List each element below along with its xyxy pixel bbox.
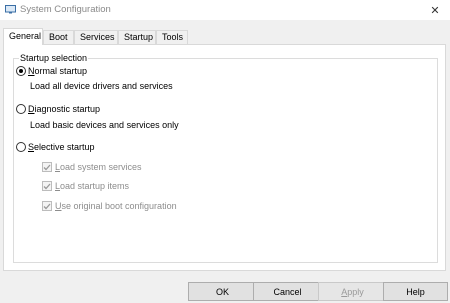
diagnostic-startup-description: Load basic devices and services only	[30, 120, 179, 130]
load-startup-items-label: Load startup items	[55, 181, 130, 191]
checkmark-icon[interactable]	[42, 162, 52, 172]
use-original-boot-configuration-checkbox[interactable]: Use original boot configuration	[42, 201, 177, 211]
apply-button-label: Apply	[341, 286, 364, 297]
ok-button-label: OK	[215, 286, 229, 297]
selective-startup-label: Selective startup	[28, 142, 95, 152]
load-system-services-label: Load system services	[55, 162, 142, 172]
startup-selection-legend: Startup selection	[19, 53, 89, 63]
normal-startup-description: Load all device drivers and services	[30, 81, 173, 91]
tab-label: Boot	[49, 32, 68, 42]
diagnostic-startup-radio[interactable]: Diagnostic startup	[16, 104, 100, 114]
tab-label: General	[9, 31, 42, 41]
cancel-button-label: Cancel	[273, 286, 302, 297]
tab-boot[interactable]: Boot	[43, 30, 74, 44]
radio-button-checked[interactable]	[16, 66, 26, 76]
startup-selection-group: Startup selection Normal startup Load al…	[13, 53, 438, 263]
use-original-boot-configuration-label: Use original boot configuration	[55, 201, 177, 211]
close-icon: ✕	[430, 4, 440, 17]
normal-startup-radio[interactable]: Normal startup	[16, 66, 87, 76]
window-title: System Configuration	[20, 4, 111, 15]
tab-label: Services	[80, 32, 115, 42]
close-button[interactable]: ✕	[420, 0, 450, 20]
ok-button[interactable]: OK	[188, 282, 257, 301]
tab-services[interactable]: Services	[74, 30, 118, 44]
load-system-services-checkbox[interactable]: Load system services	[42, 162, 142, 172]
load-startup-items-checkbox[interactable]: Load startup items	[42, 181, 129, 191]
apply-button[interactable]: Apply	[318, 282, 387, 301]
help-button[interactable]: Help	[383, 282, 448, 301]
tab-general[interactable]: General	[3, 28, 43, 45]
title-bar: System Configuration ✕	[0, 0, 450, 20]
selective-startup-radio[interactable]: Selective startup	[16, 142, 95, 152]
diagnostic-startup-label: Diagnostic startup	[28, 104, 101, 114]
checkmark-icon[interactable]	[42, 181, 52, 191]
tab-tools[interactable]: Tools	[156, 30, 188, 44]
checkmark-icon[interactable]	[42, 201, 52, 211]
normal-startup-label: Normal startup	[28, 66, 88, 76]
dialog-body: General Boot Services Startup Tools Star…	[0, 20, 450, 303]
radio-button[interactable]	[16, 142, 26, 152]
general-tab-panel: Startup selection Normal startup Load al…	[3, 44, 446, 271]
help-button-label: Help	[406, 286, 425, 297]
tab-startup[interactable]: Startup	[118, 30, 156, 44]
cancel-button[interactable]: Cancel	[253, 282, 322, 301]
tab-label: Startup	[124, 32, 154, 42]
tab-label: Tools	[162, 32, 184, 42]
radio-button[interactable]	[16, 104, 26, 114]
system-configuration-icon	[5, 5, 16, 14]
